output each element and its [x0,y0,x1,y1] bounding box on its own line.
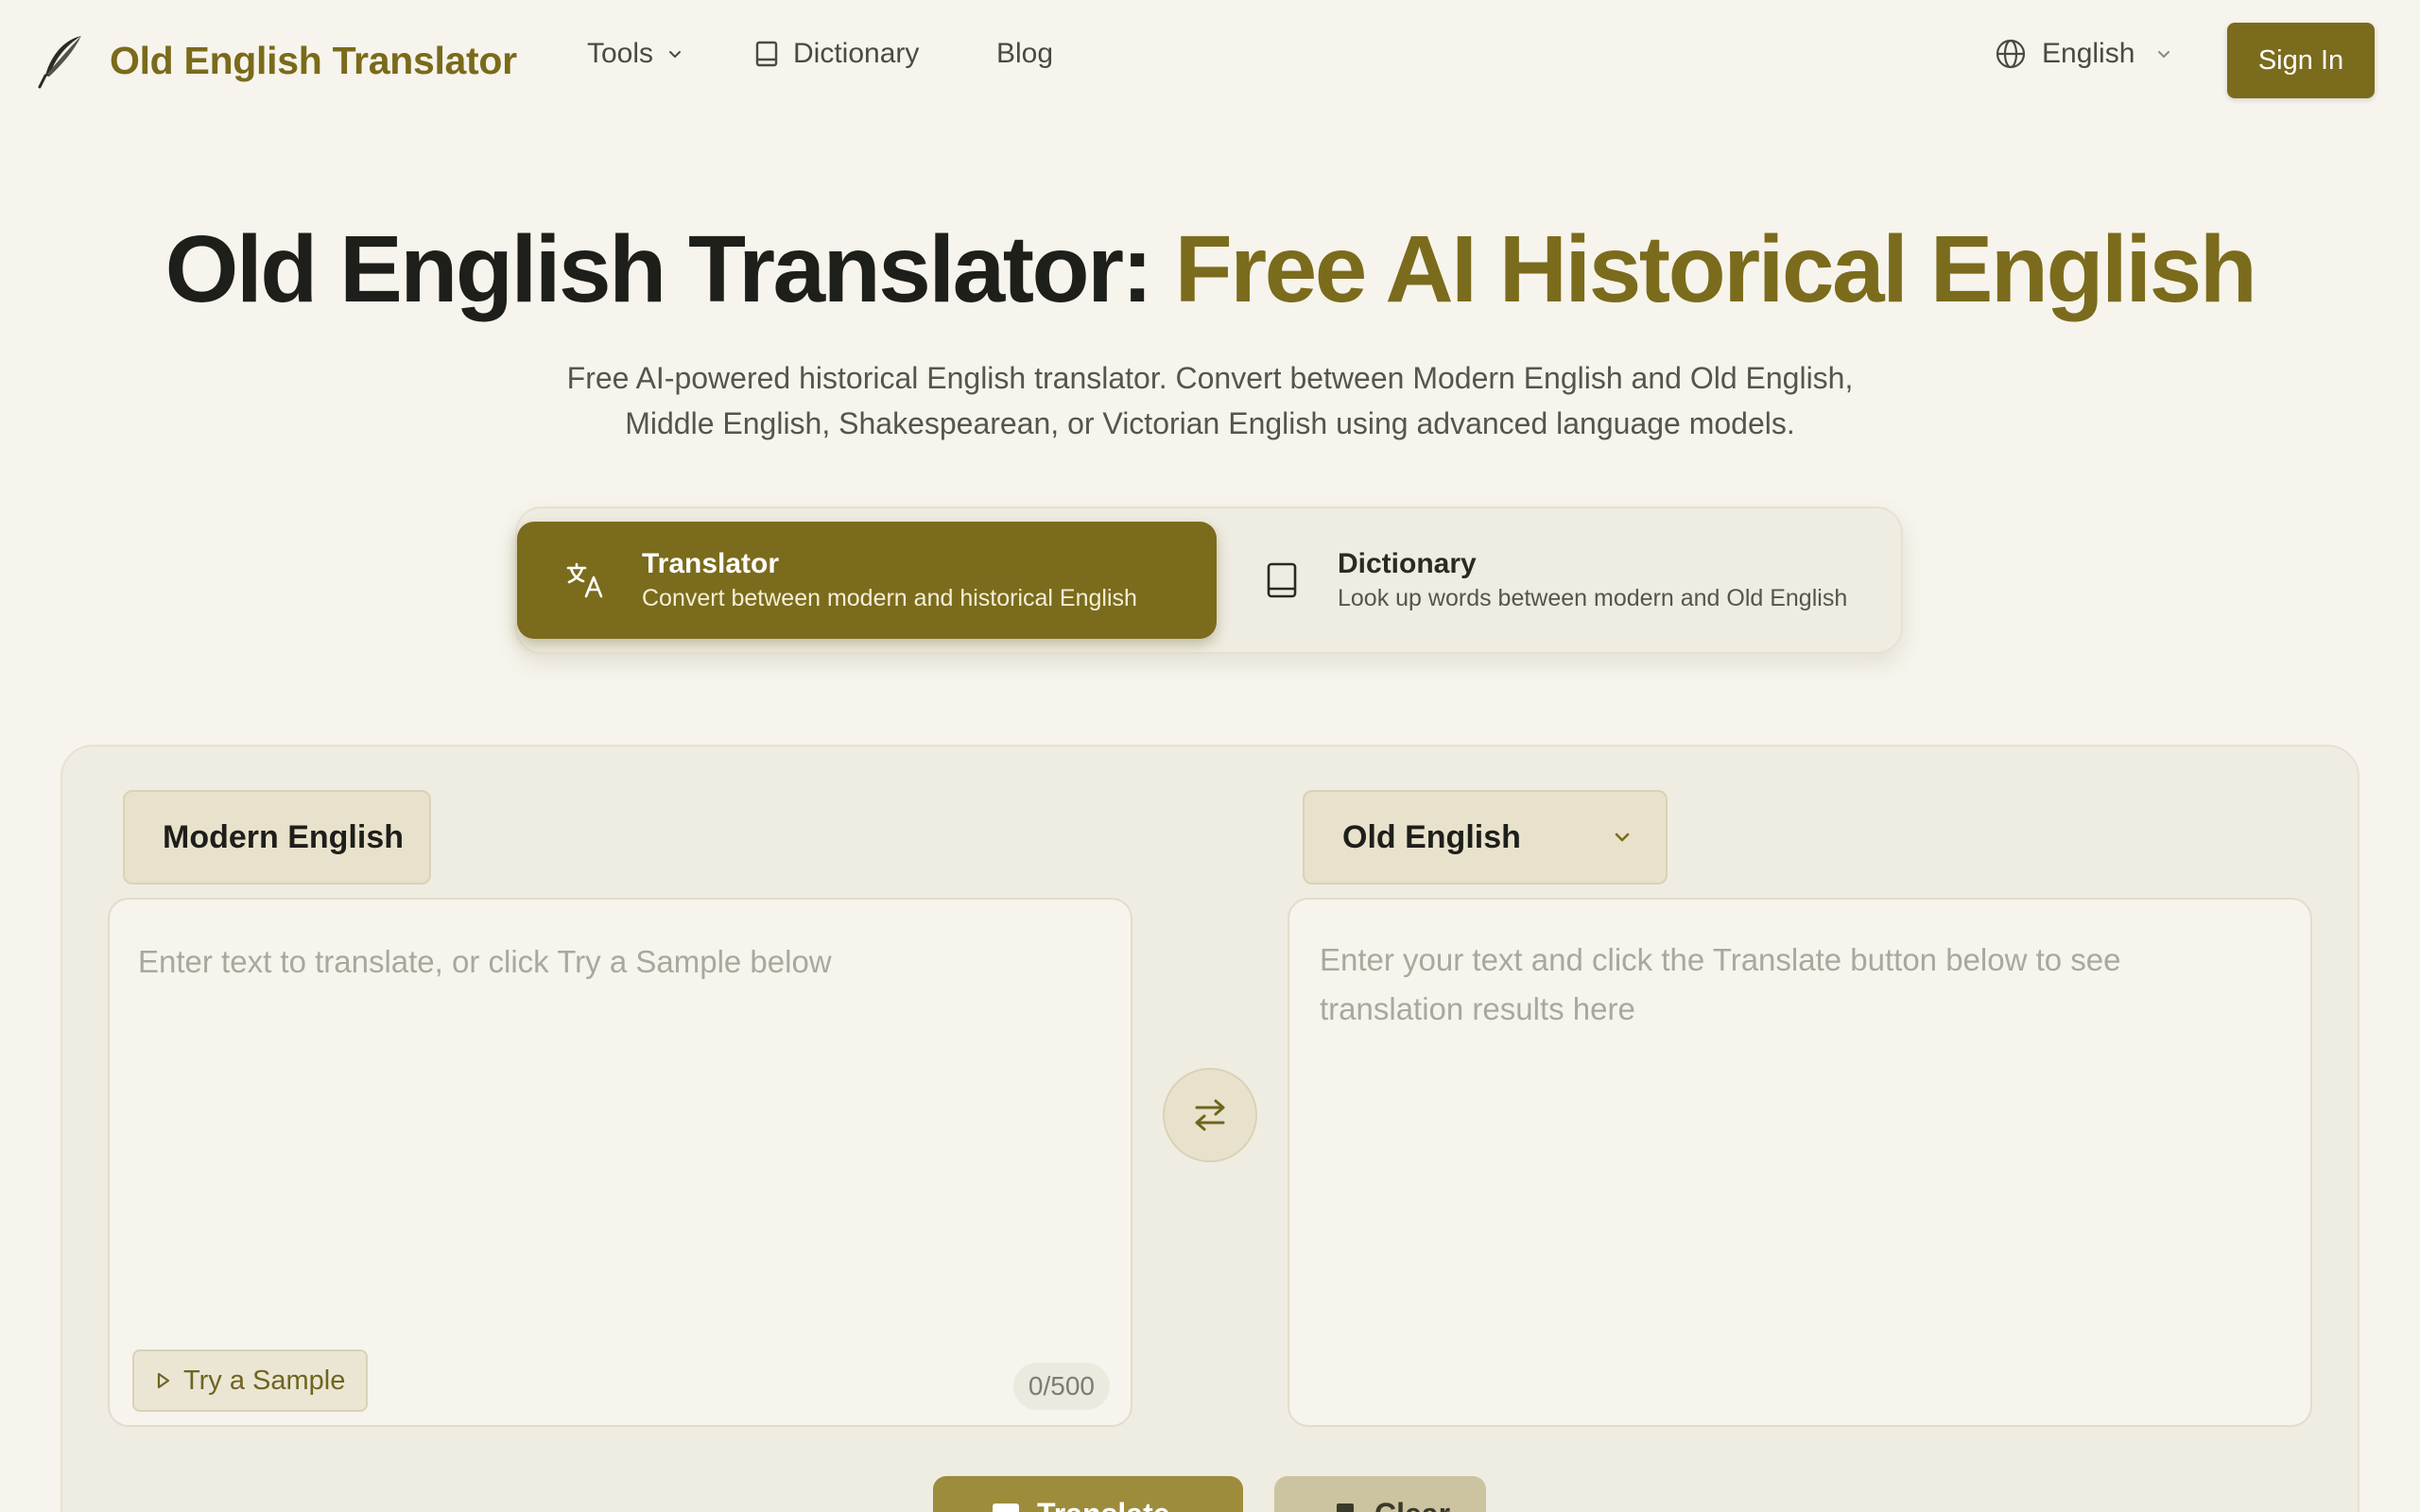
tab-dictionary[interactable]: Dictionary Look up words between modern … [1217,522,1903,639]
try-sample-button[interactable]: Try a Sample [132,1349,369,1412]
clear-button-label: Clear [1374,1497,1450,1512]
nav-blog-link[interactable]: Blog [996,38,1053,70]
language-label: English [2042,38,2135,69]
translate-button-label: Translate [1037,1497,1170,1512]
source-language-label: Modern English [123,790,431,885]
book-icon [755,41,778,67]
tab-dictionary-text: Dictionary Look up words between modern … [1338,546,1847,614]
mode-switch: Translator Convert between modern and hi… [515,507,1903,654]
tab-translator-text: Translator Convert between modern and hi… [642,546,1137,614]
page: Old English Translator Tools Dictionary … [0,0,2420,1512]
translation-output-placeholder: Enter your text and click the Translate … [1320,942,2121,1026]
subtitle-line-1: Free AI-powered historical English trans… [566,361,1854,395]
title-main: Old English Translator: [164,216,1175,322]
translate-icon [993,1503,1019,1512]
target-language-select[interactable]: Old English [1303,790,1668,885]
swap-arrows-icon [1195,1099,1225,1131]
source-text-input[interactable] [138,937,1102,1278]
nav-dictionary-label: Dictionary [793,38,920,69]
tab-translator[interactable]: Translator Convert between modern and hi… [517,522,1217,639]
title-accent: Free AI Historical English [1174,216,2257,322]
nav-tools-label: Tools [587,38,654,69]
tab-translator-title: Translator [642,548,780,579]
book-icon [1267,562,1297,598]
top-nav: Old English Translator Tools Dictionary … [0,0,2420,119]
chevron-down-icon [669,51,682,58]
translate-icon [566,562,603,598]
page-title: Old English Translator: Free AI Historic… [0,215,2420,324]
globe-icon [1996,39,2026,69]
brand-name: Old English Translator [110,38,517,82]
chevron-down-icon [1615,833,1630,842]
page-subtitle: Free AI-powered historical English trans… [454,355,1966,446]
clear-button[interactable]: Clear [1274,1476,1486,1512]
quill-icon [38,36,81,89]
character-counter: 0/500 [1012,1363,1110,1410]
subtitle-line-2: Middle English, Shakespearean, or Victor… [625,406,1795,440]
translate-button[interactable]: Translate [933,1476,1243,1512]
nav-tools-menu[interactable]: Tools [587,38,683,70]
tab-dictionary-title: Dictionary [1338,548,1477,579]
brand[interactable]: Old English Translator [36,32,517,89]
language-selector[interactable]: English [1995,38,2172,70]
tab-translator-desc: Convert between modern and historical En… [642,585,1137,611]
tab-dictionary-desc: Look up words between modern and Old Eng… [1338,585,1848,611]
try-sample-label: Try a Sample [183,1365,346,1396]
trash-icon [1337,1503,1354,1512]
nav-blog-label: Blog [996,38,1054,69]
nav-dictionary-link[interactable]: Dictionary [753,38,919,70]
swap-languages-button[interactable] [1163,1068,1257,1162]
sign-in-button[interactable]: Sign In [2227,23,2375,98]
chevron-down-icon [2158,51,2170,58]
play-icon [157,1372,170,1389]
source-text-box: Try a Sample 0/500 [108,898,1132,1427]
target-language-value: Old English [1342,818,1521,855]
translation-output-box: Enter your text and click the Translate … [1288,898,2312,1427]
